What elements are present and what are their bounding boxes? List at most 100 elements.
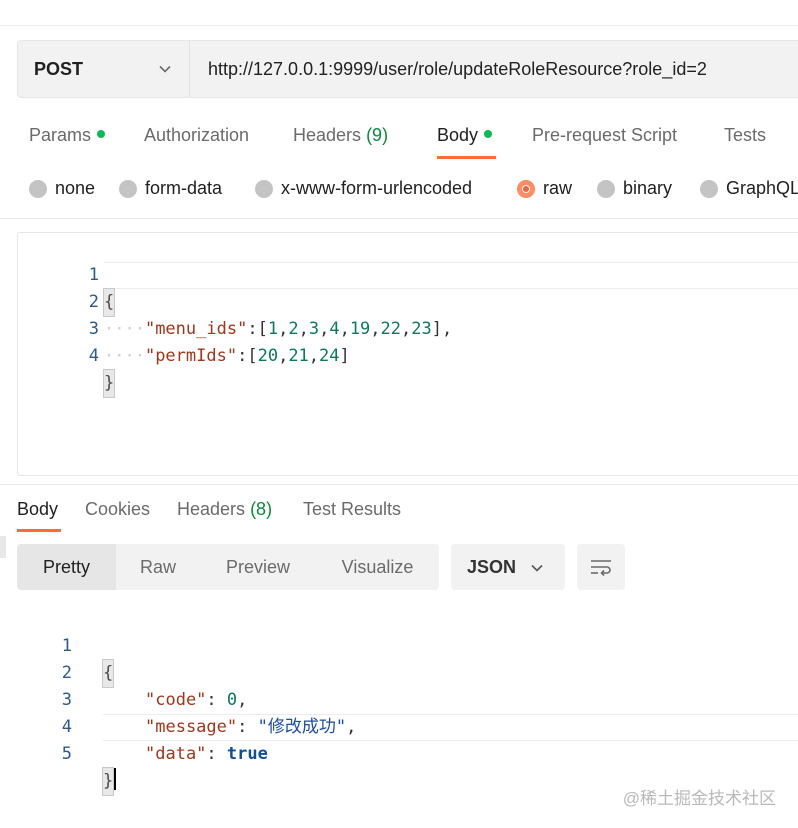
tab-headers-label: Headers — [293, 125, 362, 145]
tab-tests-label: Tests — [724, 125, 767, 145]
section-divider — [0, 484, 798, 485]
response-body-viewer[interactable]: 1 { 2 "code": 0, 3 "message": "修改成功", 4 … — [17, 604, 798, 796]
json-number: 23 — [411, 319, 432, 339]
view-preview-button[interactable]: Preview — [200, 544, 316, 590]
resp-tab-headers[interactable]: Headers (8) — [177, 499, 272, 520]
code-line: 4 } — [18, 316, 116, 398]
body-type-options: none form-data x-www-form-urlencoded raw… — [0, 172, 798, 206]
line-number: 3 — [88, 319, 99, 339]
whitespace-marker: ···· — [104, 346, 145, 366]
method-select[interactable]: POST — [18, 41, 190, 97]
json-number: 24 — [319, 346, 340, 366]
json-number: 4 — [329, 319, 340, 339]
tab-authorization[interactable]: Authorization — [144, 125, 249, 146]
tab-tests[interactable]: Tests — [724, 125, 766, 146]
radio-circle-checked — [517, 180, 535, 198]
line-number: 5 — [61, 744, 72, 764]
radio-label: raw — [543, 178, 573, 198]
text-cursor — [114, 768, 117, 790]
request-bar: POST http://127.0.0.1:9999/user/role/upd… — [17, 40, 798, 98]
chevron-down-icon — [159, 65, 171, 73]
json-key: "message" — [145, 717, 238, 737]
json-boolean: true — [226, 744, 268, 764]
code-line: 2 ····"menu_ids":[1,2,3,4,19,22,23], — [18, 262, 453, 339]
radio-circle — [29, 180, 47, 198]
code-line: 1 { — [18, 235, 116, 317]
json-number: 22 — [380, 319, 402, 339]
view-pretty-button[interactable]: Pretty — [17, 544, 116, 590]
tab-pre-request-script[interactable]: Pre-request Script — [532, 125, 677, 146]
radio-circle — [597, 180, 615, 198]
headers-count: (9) — [366, 125, 389, 145]
response-tabs: Body Cookies Headers (8) Test Results — [0, 492, 798, 538]
json-number: 0 — [226, 690, 238, 710]
json-string: "修改成功" — [257, 717, 347, 737]
radio-circle — [119, 180, 137, 198]
resp-tab-headers-label: Headers — [177, 499, 246, 519]
code-line: 4 "data": true — [17, 687, 268, 764]
open-brace: { — [101, 659, 115, 688]
top-strip — [0, 0, 798, 26]
line-number: 4 — [88, 346, 99, 366]
chevron-down-icon — [531, 564, 543, 572]
resp-tab-body[interactable]: Body — [17, 499, 58, 520]
json-number: 3 — [308, 319, 320, 339]
tab-headers[interactable]: Headers (9) — [293, 125, 388, 146]
json-key: "data" — [145, 744, 207, 764]
active-tab-underline — [17, 529, 61, 532]
code-line: 3 ····"permIds":[20,21,24] — [18, 289, 350, 366]
request-body-editor[interactable]: 1 { 2 ····"menu_ids":[1,2,3,4,19,22,23],… — [17, 232, 798, 476]
wrap-lines-button[interactable] — [577, 544, 625, 590]
json-number: 20 — [257, 346, 279, 366]
radio-label: GraphQL — [726, 178, 798, 198]
url-input[interactable]: http://127.0.0.1:9999/user/role/updateRo… — [208, 59, 707, 80]
tab-body-label: Body — [437, 125, 479, 145]
view-visualize-button[interactable]: Visualize — [316, 544, 439, 590]
current-line-highlight — [104, 262, 798, 289]
resp-tab-test-results[interactable]: Test Results — [303, 499, 401, 520]
radio-label: form-data — [145, 178, 223, 198]
radio-circle — [255, 180, 273, 198]
json-number: 2 — [288, 319, 299, 339]
format-label: JSON — [467, 557, 517, 577]
code-line: 3 "message": "修改成功", — [17, 660, 357, 737]
tab-params-label: Params — [29, 125, 92, 145]
json-number: 1 — [267, 319, 279, 339]
json-key: "code" — [145, 690, 207, 710]
whitespace-marker: ···· — [104, 319, 145, 339]
active-tab-underline — [437, 156, 496, 159]
close-brace: } — [102, 369, 116, 398]
close-brace: } — [101, 767, 115, 796]
view-mode-group: Pretty Raw Preview Visualize — [17, 544, 439, 590]
line-number: 1 — [88, 265, 99, 285]
pane-resize-handle[interactable] — [0, 536, 6, 558]
code-line: 2 "code": 0, — [17, 633, 248, 710]
request-tabs: Params Authorization Headers (9) Body Pr… — [0, 118, 798, 164]
tab-pre-request-label: Pre-request Script — [532, 125, 678, 145]
body-indicator-dot — [484, 130, 493, 138]
view-raw-button[interactable]: Raw — [116, 544, 200, 590]
open-brace: { — [102, 288, 116, 317]
tab-params[interactable]: Params — [29, 125, 106, 146]
json-number: 21 — [288, 346, 309, 366]
watermark: @稀土掘金技术社区 — [622, 789, 776, 808]
format-select[interactable]: JSON — [451, 544, 565, 590]
json-key: "menu_ids" — [144, 319, 248, 339]
json-number: 19 — [349, 319, 371, 339]
tab-authorization-label: Authorization — [144, 125, 250, 145]
line-number: 2 — [88, 292, 99, 312]
method-label: POST — [34, 59, 84, 79]
wrap-lines-icon — [591, 560, 611, 577]
tab-body[interactable]: Body — [437, 125, 493, 146]
code-line: 1 { — [17, 606, 115, 688]
radio-circle — [700, 180, 718, 198]
radio-label: x-www-form-urlencoded — [281, 178, 473, 198]
code-line: 5 } — [17, 714, 117, 796]
divider — [0, 218, 798, 219]
resp-tab-cookies[interactable]: Cookies — [85, 499, 150, 520]
resp-headers-count: (8) — [250, 499, 273, 519]
radio-label: none — [55, 178, 96, 198]
json-key: "permIds" — [144, 346, 238, 366]
params-indicator-dot — [97, 130, 106, 138]
radio-label: binary — [623, 178, 673, 198]
